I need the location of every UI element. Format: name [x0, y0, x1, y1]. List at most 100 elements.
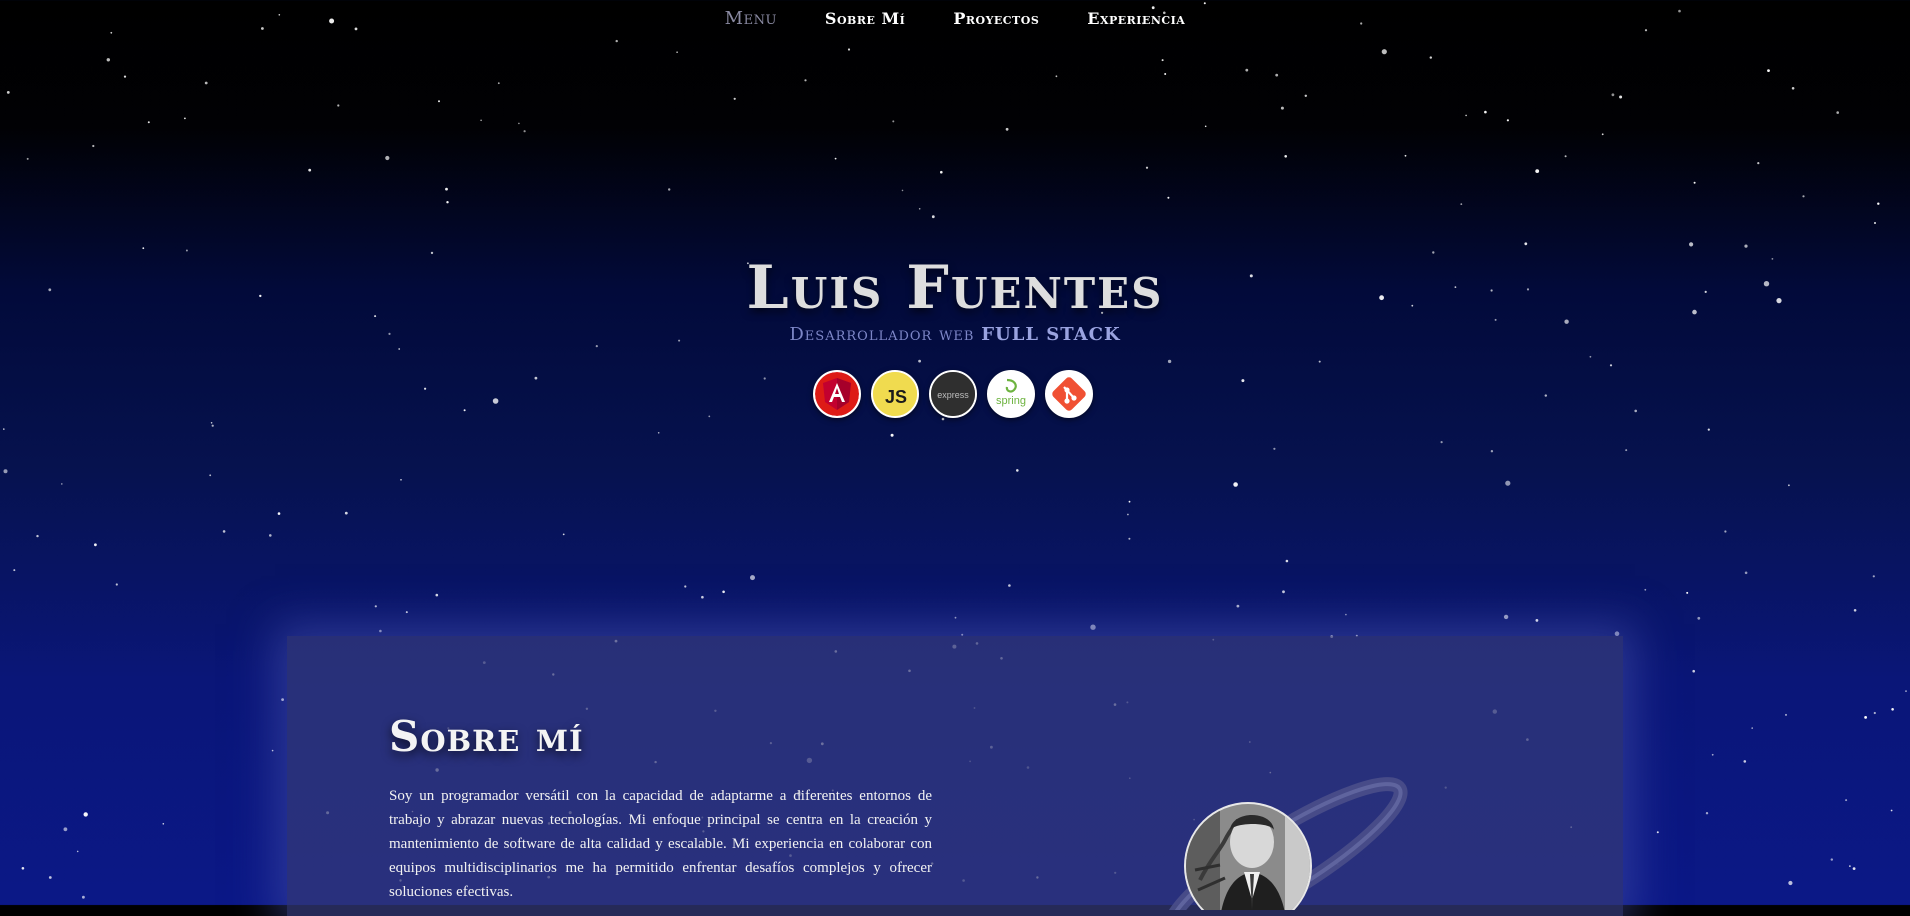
star [1090, 624, 1096, 630]
star [209, 474, 212, 477]
svg-text:JS: JS [885, 387, 907, 407]
star [63, 827, 68, 832]
star [1890, 809, 1893, 812]
star [1711, 753, 1714, 756]
star [1506, 119, 1509, 122]
star [1689, 242, 1694, 247]
star [1127, 513, 1129, 516]
star [1161, 59, 1164, 62]
star [1055, 75, 1058, 78]
star [1535, 619, 1539, 622]
svg-text:spring: spring [996, 395, 1026, 407]
tech-icons: JS express spring [813, 370, 1103, 418]
star [337, 104, 340, 107]
star [1164, 73, 1167, 75]
star [1656, 831, 1659, 834]
star [1693, 181, 1696, 184]
star [1484, 110, 1487, 114]
star [1891, 708, 1894, 711]
star [1609, 364, 1613, 367]
star [1503, 614, 1509, 620]
star [701, 595, 704, 599]
star [1535, 169, 1540, 174]
star [1872, 575, 1875, 578]
star [1282, 590, 1285, 594]
star [1245, 68, 1249, 72]
about-title: Sobre mí [389, 712, 584, 761]
planet-ring-graphic [1162, 777, 1408, 916]
star [1404, 154, 1407, 157]
star [94, 543, 97, 547]
star [941, 417, 945, 421]
express-icon[interactable]: express [929, 370, 977, 418]
star [13, 569, 16, 572]
star [106, 58, 111, 62]
star [36, 534, 39, 538]
star [1460, 203, 1463, 206]
star [92, 144, 95, 148]
star [1345, 613, 1347, 616]
star [931, 215, 935, 219]
star [1905, 690, 1907, 692]
star [1830, 858, 1834, 861]
star [523, 130, 526, 133]
star [222, 530, 226, 533]
star [204, 81, 208, 85]
star [1611, 93, 1615, 97]
star [1524, 242, 1528, 246]
role-prefix: Desarrollador web [789, 324, 975, 345]
star [518, 122, 520, 125]
star [890, 433, 894, 437]
star [1275, 73, 1279, 77]
star [162, 823, 165, 825]
star [435, 593, 439, 597]
star [918, 359, 921, 363]
star [1743, 760, 1747, 763]
nav-item-proyectos[interactable]: Proyectos [953, 9, 1039, 28]
star [733, 97, 736, 100]
star [1564, 155, 1567, 158]
star [405, 611, 408, 614]
star [763, 377, 766, 380]
star [1284, 155, 1287, 158]
star [615, 39, 618, 43]
nav-item-sobre-mi[interactable]: Sobre Mí [825, 9, 905, 28]
javascript-icon[interactable]: JS [871, 370, 919, 418]
star [1381, 49, 1387, 55]
nav-item-experiencia[interactable]: Experiencia [1087, 9, 1185, 28]
star [1874, 222, 1876, 224]
spring-icon[interactable]: spring [987, 370, 1035, 418]
star [1707, 428, 1710, 431]
star [595, 345, 598, 348]
git-icon[interactable] [1045, 370, 1093, 418]
star [385, 155, 390, 161]
star [1145, 166, 1149, 169]
hero-role: Desarrollador web FULL STACK [0, 324, 1910, 345]
star [1724, 530, 1727, 533]
star [1429, 56, 1433, 59]
star [379, 629, 382, 633]
star [1233, 482, 1238, 487]
menu-label[interactable]: Menu [725, 8, 777, 29]
star [1836, 111, 1839, 114]
star [398, 348, 401, 350]
star [61, 483, 63, 485]
star [1852, 867, 1856, 870]
star [446, 201, 449, 204]
star [374, 605, 377, 608]
star [1440, 441, 1443, 444]
star [1285, 559, 1289, 563]
star [211, 424, 214, 427]
star [1788, 484, 1790, 487]
star [21, 867, 25, 870]
star [1751, 727, 1753, 729]
star [445, 187, 448, 191]
angular-icon[interactable] [813, 370, 861, 418]
star [1767, 69, 1770, 72]
star [1005, 127, 1009, 131]
star [3, 469, 8, 474]
star [1853, 609, 1857, 612]
star [1686, 591, 1689, 594]
star [722, 590, 725, 594]
profile-photo [1140, 770, 1440, 916]
